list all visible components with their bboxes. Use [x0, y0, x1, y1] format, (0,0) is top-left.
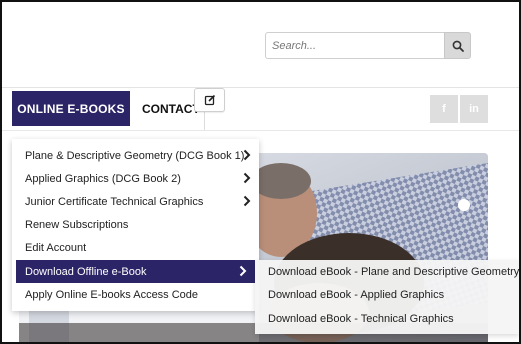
menu-item-apply-access-code[interactable]: Apply Online E-books Access Code	[12, 283, 259, 306]
nav-contact[interactable]: CONTACT	[142, 102, 200, 116]
submenu-item-plane-descriptive[interactable]: Download eBook - Plane and Descriptive G…	[268, 266, 519, 278]
menu-item-label: Plane & Descriptive Geometry (DCG Book 1…	[25, 149, 245, 162]
menu-item-junior-cert[interactable]: Junior Certificate Technical Graphics	[12, 190, 259, 213]
chevron-right-icon	[243, 172, 251, 184]
linkedin-button[interactable]: in	[460, 95, 488, 123]
search-bar	[265, 32, 471, 59]
search-button[interactable]	[444, 32, 471, 59]
chevron-right-icon	[243, 195, 251, 207]
edit-button[interactable]	[194, 88, 225, 112]
nav-online-ebooks[interactable]: ONLINE E-BOOKS	[12, 91, 130, 126]
download-submenu: Download eBook - Plane and Descriptive G…	[255, 260, 519, 334]
chevron-right-icon	[239, 265, 247, 277]
nav-bottom-divider	[2, 130, 519, 131]
browser-frame: ONLINE E-BOOKS CONTACT f in	[0, 0, 521, 344]
facebook-icon: f	[442, 103, 446, 115]
ebooks-dropdown-menu: Plane & Descriptive Geometry (DCG Book 1…	[12, 139, 259, 311]
menu-item-label: Renew Subscriptions	[25, 218, 129, 231]
chevron-right-icon	[243, 149, 251, 161]
nav-top-divider	[2, 87, 519, 88]
nav-separator	[204, 112, 205, 130]
menu-item-label: Edit Account	[25, 241, 87, 254]
menu-item-label: Applied Graphics (DCG Book 2)	[25, 172, 181, 185]
linkedin-icon: in	[469, 103, 479, 115]
menu-item-label: Apply Online E-books Access Code	[25, 288, 199, 301]
menu-item-edit-account[interactable]: Edit Account	[12, 236, 259, 259]
menu-item-download-offline-ebook[interactable]: Download Offline e-Book	[16, 260, 255, 283]
search-icon	[452, 40, 464, 52]
edit-icon	[204, 94, 215, 106]
menu-item-dcg-book-2[interactable]: Applied Graphics (DCG Book 2)	[12, 167, 259, 190]
facebook-button[interactable]: f	[430, 95, 458, 123]
menu-item-label: Junior Certificate Technical Graphics	[25, 195, 204, 208]
submenu-item-applied-graphics[interactable]: Download eBook - Applied Graphics	[268, 289, 444, 301]
menu-item-label: Download Offline e-Book	[25, 265, 147, 278]
submenu-item-technical-graphics[interactable]: Download eBook - Technical Graphics	[268, 313, 454, 325]
search-input[interactable]	[265, 32, 444, 59]
menu-item-renew-subscriptions[interactable]: Renew Subscriptions	[12, 213, 259, 236]
menu-item-dcg-book-1[interactable]: Plane & Descriptive Geometry (DCG Book 1…	[12, 144, 259, 167]
